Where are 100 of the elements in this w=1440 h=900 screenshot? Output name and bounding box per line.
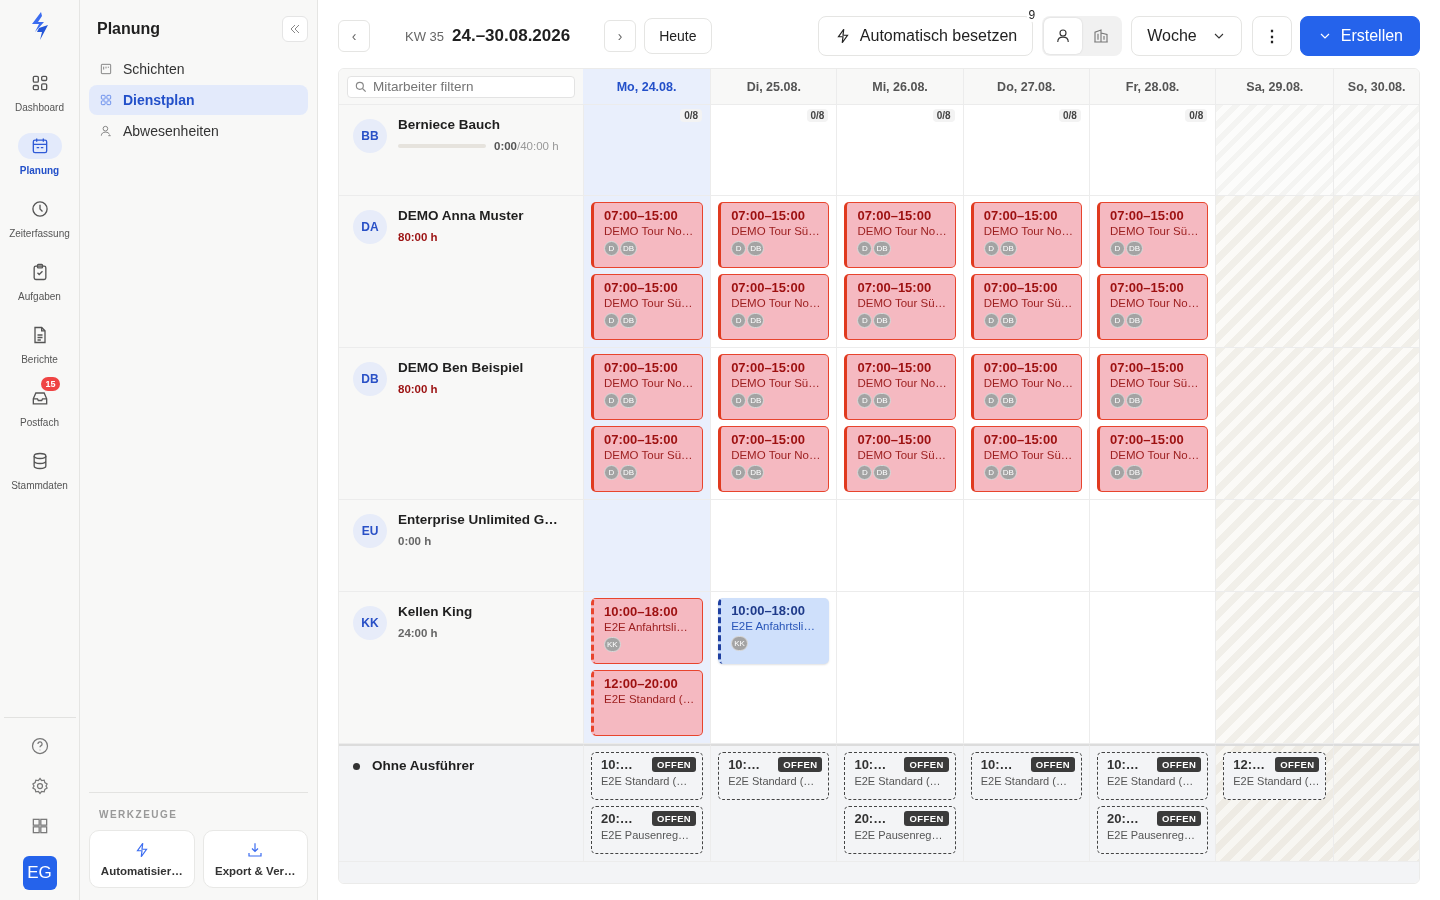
calendar-cell[interactable]: 10:… OFFEN E2E Standard (… 20:… OFFEN E2E Pausenreg… <box>583 743 711 862</box>
shift-card[interactable]: 07:00–15:00 DEMO Tour Sü… D DB <box>591 274 704 341</box>
shift-title: E2E Pausenreg… <box>1106 828 1196 841</box>
calendar-cell[interactable]: 07:00–15:00 DEMO Tour No… D DB 07:00–15:00 DEMO Tour Sü… D DB <box>836 196 963 349</box>
shift-time: 20:… <box>601 810 633 826</box>
calendar-cell[interactable] <box>1333 743 1419 862</box>
shift-card[interactable]: 07:00–15:00 DEMO Tour No… D DB <box>591 354 704 421</box>
calendar-cell[interactable]: 07:00–15:00 DEMO Tour Sü… D DB 07:00–15:00 DEMO Tour No… D DB <box>1088 348 1216 501</box>
calendar-cell[interactable]: 07:00–15:00 DEMO Tour No… D DB 07:00–15:00 DEMO Tour Sü… D DB <box>962 196 1089 349</box>
rail-item[interactable]: Aufgaben <box>1 251 78 302</box>
calendar-cell[interactable]: 07:00–15:00 DEMO Tour No… D DB 07:00–15:00 DEMO Tour Sü… D DB <box>836 348 963 501</box>
calendar-cell[interactable]: 0/8 <box>583 105 711 197</box>
calendar-cell[interactable]: 10:… OFFEN E2E Standard (… <box>962 743 1089 862</box>
calendar-cell[interactable]: 12:… OFFEN E2E Standard (… <box>1215 743 1334 862</box>
shift-card[interactable]: 10:00–18:00 E2E Anfahrtsli… KK <box>718 597 830 664</box>
count-badge: 15 <box>41 377 60 391</box>
avatar: DB <box>999 393 1017 409</box>
calendar-cell[interactable]: 0/8 <box>962 105 1089 197</box>
settings-icon[interactable] <box>29 776 50 796</box>
calendar-cell[interactable]: 07:00–15:00 DEMO Tour Sü… D DB 07:00–15:00 DEMO Tour No… D DB <box>710 196 837 349</box>
shift-card[interactable]: 07:00–15:00 DEMO Tour Sü… D DB <box>591 426 704 493</box>
user-avatar[interactable]: EG <box>22 856 57 890</box>
open-shift-card[interactable]: 20:… OFFEN E2E Pausenreg… <box>591 805 704 854</box>
calendar-cell[interactable]: 10:… OFFEN E2E Standard (… 20:… OFFEN E2E Pausenreg… <box>1088 743 1216 862</box>
shift-time: 07:00–15:00 <box>1109 360 1185 376</box>
calendar-cell[interactable] <box>836 591 963 744</box>
open-shift-card[interactable]: 10:… OFFEN E2E Standard (… <box>1096 751 1209 800</box>
shift-card[interactable]: 07:00–15:00 DEMO Tour Sü… D DB <box>718 354 830 421</box>
shift-card[interactable]: 07:00–15:00 DEMO Tour No… D DB <box>844 354 956 421</box>
open-shift-card[interactable]: 10:… OFFEN E2E Standard (… <box>718 751 830 800</box>
open-shift-card[interactable]: 20:… OFFEN E2E Pausenreg… <box>1096 805 1209 854</box>
rail-item[interactable]: Zeiterfassung <box>1 188 78 239</box>
employee-name[interactable]: DEMO Anna Muster <box>398 208 524 224</box>
shift-card[interactable]: 07:00–15:00 DEMO Tour No… D DB <box>591 202 704 269</box>
employee-name[interactable]: Enterprise Unlimited G… <box>398 512 558 528</box>
view-person-button[interactable] <box>1044 18 1083 54</box>
shift-card[interactable]: 07:00–15:00 DEMO Tour No… D DB <box>970 202 1082 269</box>
shift-card[interactable]: 07:00–15:00 DEMO Tour No… D DB <box>970 354 1082 421</box>
calendar-cell[interactable]: 07:00–15:00 DEMO Tour Sü… D DB 07:00–15:00 DEMO Tour No… D DB <box>1088 196 1216 349</box>
avatar: D <box>1109 241 1125 257</box>
calendar-cell[interactable]: 0/8 <box>1088 105 1216 197</box>
calendar-cell[interactable]: 0/8 <box>710 105 837 197</box>
shift-card[interactable]: 07:00–15:00 DEMO Tour Sü… D DB <box>970 426 1082 493</box>
open-shift-card[interactable]: 20:… OFFEN E2E Pausenreg… <box>844 805 956 854</box>
rail-item[interactable]: Stammdaten <box>1 440 78 491</box>
avatar: DB <box>747 465 765 481</box>
shift-card[interactable]: 07:00–15:00 DEMO Tour Sü… D DB <box>844 426 956 493</box>
help-icon[interactable] <box>29 736 50 756</box>
create-button[interactable]: Erstellen <box>1299 16 1420 56</box>
shift-card[interactable]: 07:00–15:00 DEMO Tour Sü… D DB <box>1096 354 1209 421</box>
shift-card[interactable]: 07:00–15:00 DEMO Tour No… D DB <box>844 202 956 269</box>
period-dropdown[interactable]: Woche <box>1131 16 1242 56</box>
calendar-cell[interactable]: 07:00–15:00 DEMO Tour Sü… D DB 07:00–15:00 DEMO Tour No… D DB <box>710 348 837 501</box>
calendar-cell[interactable] <box>1088 591 1216 744</box>
calendar-cell[interactable] <box>1215 591 1334 744</box>
shift-card[interactable]: 07:00–15:00 DEMO Tour No… D DB <box>718 274 830 341</box>
calendar-cell[interactable] <box>962 591 1089 744</box>
employee-name[interactable]: DEMO Ben Beispiel <box>398 360 524 376</box>
calendar-cell[interactable]: 07:00–15:00 DEMO Tour No… D DB 07:00–15:00 DEMO Tour Sü… D DB <box>583 348 711 501</box>
search-field[interactable]: Mitarbeiter filtern <box>347 75 575 98</box>
rail-item[interactable]: Dashboard <box>1 62 78 113</box>
shift-title: DEMO Tour Sü… <box>983 297 1073 310</box>
calendar-cell[interactable]: 10:… OFFEN E2E Standard (… <box>710 743 837 862</box>
employee-name[interactable]: Kellen King <box>398 603 473 619</box>
previous-button[interactable]: ‹ <box>338 20 370 52</box>
next-button[interactable]: › <box>604 20 637 52</box>
shift-card[interactable]: 12:00–20:00 E2E Standard (… <box>591 669 704 736</box>
shift-card[interactable]: 07:00–15:00 DEMO Tour Sü… D DB <box>1096 202 1209 269</box>
open-shift-card[interactable]: 10:… OFFEN E2E Standard (… <box>591 751 704 800</box>
open-shift-card[interactable]: 10:… OFFEN E2E Standard (… <box>844 751 956 800</box>
shift-card[interactable]: 07:00–15:00 DEMO Tour No… D DB <box>1096 426 1209 493</box>
calendar-cell[interactable]: 10:00–18:00 E2E Anfahrtsli… KK 12:00–20:00 E2E Standard (… <box>583 591 711 744</box>
calendar-cell[interactable]: 10:… OFFEN E2E Standard (… 20:… OFFEN E2E Pausenreg… <box>836 743 963 862</box>
avatar: DB <box>1125 465 1144 481</box>
employee-name[interactable]: Berniece Bauch <box>398 117 559 132</box>
collapse-button[interactable] <box>282 16 308 42</box>
today-button[interactable]: Heute <box>644 18 712 54</box>
shift-time: 07:00–15:00 <box>731 432 806 448</box>
rail-item[interactable]: Planung <box>1 125 78 176</box>
nav-item[interactable]: Abwesenheiten <box>89 116 308 146</box>
shift-card[interactable]: 07:00–15:00 DEMO Tour No… D DB <box>718 426 830 493</box>
rail-item[interactable]: 15 Postfach <box>1 377 78 428</box>
rail-item[interactable]: Berichte <box>1 314 78 365</box>
more-button[interactable]: ⋮ <box>1251 16 1292 56</box>
nav-item[interactable]: Dienstplan <box>89 85 308 115</box>
shift-card[interactable]: 07:00–15:00 DEMO Tour Sü… D DB <box>844 274 956 341</box>
calendar-cell[interactable]: 0/8 <box>836 105 963 197</box>
calendar-cell[interactable]: 07:00–15:00 DEMO Tour No… D DB 07:00–15:00 DEMO Tour Sü… D DB <box>583 196 711 349</box>
shift-card[interactable]: 07:00–15:00 DEMO Tour No… D DB <box>1096 274 1209 341</box>
tool-button[interactable]: Automatisier… <box>89 830 195 888</box>
calendar-cell[interactable]: 10:00–18:00 E2E Anfahrtsli… KK <box>710 591 837 744</box>
calendar-cell[interactable] <box>1333 591 1419 744</box>
shift-card[interactable]: 07:00–15:00 DEMO Tour Sü… D DB <box>970 274 1082 341</box>
open-shift-card[interactable]: 12:… OFFEN E2E Standard (… <box>1223 751 1327 800</box>
tool-button[interactable]: Export & Ver… <box>202 830 308 888</box>
shift-card[interactable]: 10:00–18:00 E2E Anfahrtsli… KK <box>591 597 704 664</box>
calendar-cell[interactable]: 07:00–15:00 DEMO Tour No… D DB 07:00–15:00 DEMO Tour Sü… D DB <box>962 348 1089 501</box>
shift-card[interactable]: 07:00–15:00 DEMO Tour Sü… D DB <box>718 202 830 269</box>
nav-item[interactable]: Schichten <box>89 54 308 84</box>
open-shift-card[interactable]: 10:… OFFEN E2E Standard (… <box>970 751 1082 800</box>
